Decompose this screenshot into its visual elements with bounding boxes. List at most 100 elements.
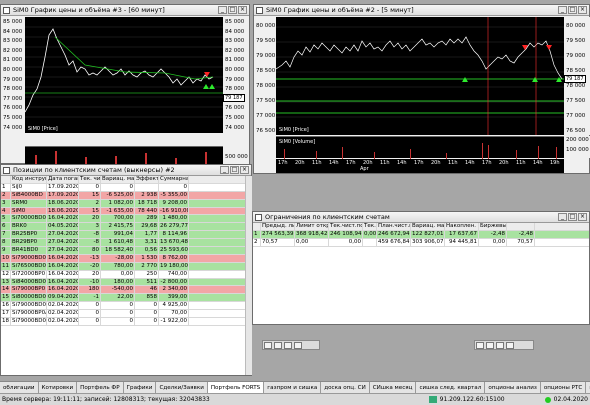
maximize-icon[interactable]: □ xyxy=(568,6,577,14)
minimized-window[interactable] xyxy=(262,340,320,350)
table-cell: 27.04.2020 xyxy=(48,247,79,254)
table-row[interactable]: 2 SiB4000BD 17.09.2020 15 -6 525,00 2 938 -5 3… xyxy=(1,191,245,200)
table-row[interactable]: 10 Si79000BD0 16.04.2020 -13 -28,00 1 530 8 76… xyxy=(1,254,245,263)
tab[interactable]: облигации xyxy=(0,382,39,393)
vertical-scrollbar[interactable] xyxy=(245,176,252,375)
title-bar[interactable]: SiM0 График цены и объёма #3 - [60 минут… xyxy=(1,5,249,16)
column-header: Накоплен. д xyxy=(446,223,479,230)
table-cell: 15 xyxy=(2,294,11,302)
price-chart[interactable]: SiM0 [Price] xyxy=(275,17,564,135)
x-tick: 14h xyxy=(533,160,543,166)
minimize-icon[interactable]: _ xyxy=(220,166,229,174)
minimize-icon[interactable]: _ xyxy=(558,213,567,221)
table-row[interactable]: 4 SiM0 18.06.2020 15 -1 635,00 78 440 -16 910,… xyxy=(1,207,245,216)
table-row[interactable]: 1 274 563,39 368 918,42 246 108,94 0,00 246 6… xyxy=(253,230,589,239)
close-icon[interactable] xyxy=(506,342,514,349)
table-cell: 511 xyxy=(135,278,159,286)
tab[interactable]: Сделки/Заявки xyxy=(156,382,208,393)
table-cell: 11 xyxy=(2,262,11,270)
close-icon[interactable]: × xyxy=(238,6,247,14)
tab[interactable]: доска опц. СИ xyxy=(321,382,370,393)
price-tag: 79 187 xyxy=(223,94,245,102)
tab[interactable]: опционы анализ xyxy=(485,382,541,393)
table-cell: 0,00 xyxy=(364,230,377,238)
table-cell: 8 762,00 xyxy=(159,254,189,262)
price-chart[interactable]: SiM0 [Price] xyxy=(24,17,223,133)
close-icon[interactable]: × xyxy=(240,166,249,174)
tab[interactable]: Портфель ФР xyxy=(77,382,124,393)
tab[interactable]: опционы РТС xyxy=(540,382,587,393)
table-header[interactable]: Предыд. лимитЛимит откр. пТек.чист.поз.Т… xyxy=(253,223,589,231)
table-cell: 17 637,67 xyxy=(445,230,479,238)
tab[interactable]: сишка след. квартал xyxy=(416,382,486,393)
close-icon[interactable]: × xyxy=(578,213,587,221)
table-icon xyxy=(3,166,10,174)
table-cell: -28,00 xyxy=(101,254,135,262)
table-cell: 04.05.2020 xyxy=(48,223,79,231)
table-row[interactable]: 7 BR25BP0 27.04.2020 -8 991,04 1,77 8 114,96 xyxy=(1,231,245,240)
table-row[interactable]: 12 Si72000BP0 16.04.2020 20 0,00 250 740,00 xyxy=(1,270,245,279)
y-tick: 80 000 xyxy=(256,23,276,29)
tab[interactable]: газпром и сишка xyxy=(264,382,322,393)
close-icon[interactable]: × xyxy=(578,6,587,14)
maximize-icon[interactable]: □ xyxy=(230,166,239,174)
volume-chart[interactable] xyxy=(25,146,223,165)
maximize-icon[interactable] xyxy=(486,342,494,349)
title-bar[interactable]: Ограничения по клиентским счетам _ □ × xyxy=(253,212,589,223)
table-cell: 22,00 xyxy=(101,294,135,302)
minimized-window[interactable] xyxy=(474,340,534,350)
maximize-icon[interactable]: □ xyxy=(228,6,237,14)
table-cell: Si79000BP0A xyxy=(12,310,47,318)
maximize-icon[interactable] xyxy=(274,342,282,349)
tab[interactable]: Портфель FORTS xyxy=(207,382,265,393)
table-cell: 16.04.2020 xyxy=(48,262,79,270)
table-row[interactable]: 1 SiJ0 17.09.2020 0 0 0 xyxy=(1,183,245,192)
table-row[interactable]: 13 Si84000BD0 16.04.2020 -10 180,00 511 -2 800… xyxy=(1,278,245,287)
table-row[interactable]: 3 SRM0 18.06.2020 2 1 082,00 18 718 9 208,00 xyxy=(1,199,245,208)
window-icon[interactable] xyxy=(284,342,292,349)
table-row[interactable]: 2 70,57 0,00 0,00 459 676,84 303 906,07 94 445… xyxy=(253,238,589,247)
table-row[interactable]: 17 Si79000BP0A 02.04.2020 0 0 0 70,00 xyxy=(1,310,245,319)
positions-window[interactable]: Позиции по клиентским счетам (выкнерсы) … xyxy=(0,164,252,376)
table-cell: 16.04.2020 xyxy=(48,254,79,262)
tab[interactable]: СИшка месяц xyxy=(369,382,417,393)
volume-chart[interactable]: SiM0 [Volume] xyxy=(276,136,564,159)
window-icon[interactable] xyxy=(496,342,504,349)
table-row[interactable]: 9 BR41BD0 27.04.2020 80 18 582,40 0,56 25 593,… xyxy=(1,247,245,255)
minimize-icon[interactable]: _ xyxy=(218,6,227,14)
chart-legend: SiM0 [Price] xyxy=(279,127,309,133)
table-row[interactable]: 6 BRK0 04.05.2020 3 2 415,75 29,68 26 279,77 xyxy=(1,223,245,232)
restore-icon[interactable] xyxy=(264,342,272,349)
table-row[interactable]: 16 Si79000BD0A 02.04.2020 0 0 0 4 925,00 xyxy=(1,302,245,311)
table-header[interactable]: Код инструментаДата погаш.Тек. чист.Вари… xyxy=(1,176,245,184)
title-bar[interactable]: SiM0 График цены и объёма #2 - [5 минут]… xyxy=(254,5,589,16)
maximize-icon[interactable]: □ xyxy=(568,213,577,221)
limits-window[interactable]: Ограничения по клиентским счетам _ □ × Пред… xyxy=(252,211,590,325)
tab[interactable]: Котировки xyxy=(38,382,78,393)
y-tick: 81 000 xyxy=(3,57,23,64)
table-row[interactable]: 5 Si70000BD0 16.04.2020 20 700,00 289 1 480,00 xyxy=(1,215,245,224)
restore-icon[interactable] xyxy=(476,342,484,349)
table-row[interactable]: 15 Si80000BD0A 09.04.2020 -1 22,00 858 399,00 xyxy=(1,294,245,303)
table-row[interactable]: 8 BR29BP0 27.04.2020 -8 1 610,48 3,31 13 670,4… xyxy=(1,239,245,248)
title-bar[interactable]: Позиции по клиентским счетам (выкнерсы) … xyxy=(1,165,251,176)
column-header: Эффект. цена xyxy=(136,176,159,183)
column-header xyxy=(507,223,535,230)
y-tick: 76 500 xyxy=(566,128,586,134)
table-row[interactable]: 18 Si79000BD0A 02.04.2020 0 0 0 -1 922,00 xyxy=(1,318,245,326)
minimize-icon[interactable]: _ xyxy=(558,6,567,14)
x-tick: 11h xyxy=(516,160,526,166)
y-tick: 80 000 xyxy=(225,67,245,73)
table-cell: 20 xyxy=(79,270,101,278)
close-icon[interactable] xyxy=(294,342,302,349)
chart-window-60min[interactable]: SiM0 График цены и объёма #3 - [60 минут… xyxy=(0,4,250,165)
table-cell: 0 xyxy=(159,183,189,191)
table-row[interactable]: 14 Si79000BP0 16.04.2020 180 -540,00 46 2 340,… xyxy=(1,286,245,295)
table-cell: Si79000BD0A xyxy=(12,318,47,325)
tab[interactable]: Графики xyxy=(123,382,157,393)
chart-window-5min[interactable]: SiM0 График цены и объёма #2 - [5 минут]… xyxy=(253,4,590,174)
limits-table[interactable]: Предыд. лимитЛимит откр. пТек.чист.поз.Т… xyxy=(253,223,589,324)
tab[interactable]: нефть xyxy=(586,382,590,393)
table-row[interactable]: 11 Si76500BD0 16.04.2020 -20 780,00 2 770 19 1… xyxy=(1,262,245,271)
positions-table[interactable]: Код инструментаДата погаш.Тек. чист.Вари… xyxy=(1,176,245,375)
